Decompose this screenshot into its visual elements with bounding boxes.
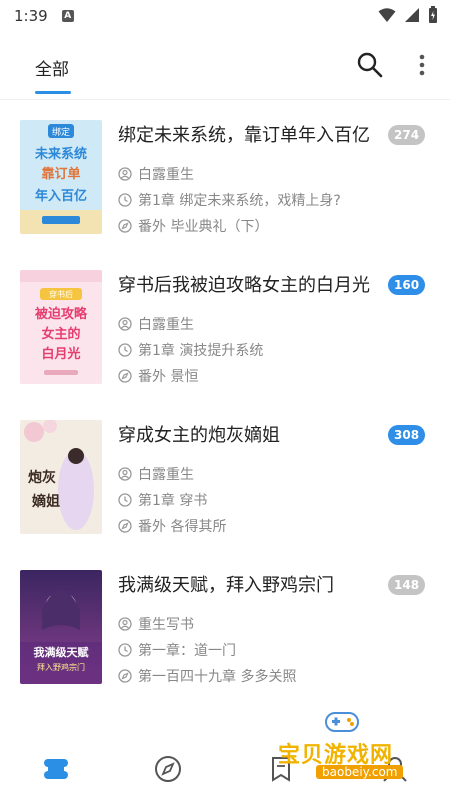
last-read-text: 番外 景恒 — [138, 369, 199, 385]
book-title: 绑定未来系统，靠订单年入百亿 — [118, 125, 370, 146]
chapter-count-badge: 308 — [388, 425, 426, 445]
clock-icon — [118, 343, 132, 357]
watermark: 宝贝游戏网 baobeiy.com — [270, 705, 430, 787]
clock-icon — [118, 643, 132, 657]
book-last-read: 番外 各得其所 — [118, 516, 226, 536]
bookshelf-icon[interactable] — [41, 754, 71, 784]
clock-icon — [118, 193, 132, 207]
chapter-count-badge: 160 — [388, 275, 426, 295]
tab-indicator — [35, 91, 71, 94]
notification-icon: A — [61, 10, 74, 22]
book-title: 穿书后我被迫攻略女主的白月光 — [118, 275, 370, 296]
book-author: 白露重生 — [118, 164, 194, 184]
book-item[interactable]: 炮灰 嫡姐 穿成女主的炮灰嫡姐 308 白露重生 第1章 穿书 番外 各得其所 — [0, 420, 450, 570]
latest-chapter-text: 第1章 绑定未来系统，戏精上身? — [138, 193, 341, 209]
last-read-text: 第一百四十九章 多多关照 — [138, 669, 297, 685]
cover-text: 未来系统 — [34, 146, 87, 162]
compass-icon — [118, 219, 132, 233]
book-latest-chapter: 第1章 穿书 — [118, 490, 207, 510]
status-icons — [378, 6, 438, 24]
book-item[interactable]: 我满级天赋 拜入野鸡宗门 我满级天赋，拜入野鸡宗门 148 重生写书 第一章：道… — [0, 570, 450, 720]
cover-text: 嫡姐 — [32, 493, 60, 510]
book-author: 白露重生 — [118, 464, 194, 484]
signal-icon — [405, 8, 419, 22]
status-time: 1:39 — [14, 7, 48, 25]
watermark-url: baobeiy.com — [316, 765, 404, 779]
cover-text: 炮灰 — [28, 469, 56, 486]
last-read-text: 番外 各得其所 — [138, 519, 227, 535]
person-icon — [118, 167, 132, 181]
author-name: 白露重生 — [138, 167, 194, 183]
book-latest-chapter: 第1章 演技提升系统 — [118, 340, 263, 360]
status-bar: 1:39 A — [0, 0, 450, 32]
battery-icon — [429, 6, 437, 23]
book-latest-chapter: 第一章：道一门 — [118, 640, 236, 660]
cover-text: 女主的 — [41, 326, 80, 342]
book-cover: 炮灰 嫡姐 — [20, 420, 102, 534]
book-last-read: 第一百四十九章 多多关照 — [118, 666, 296, 686]
cover-text: 穿书后 — [49, 289, 73, 299]
book-latest-chapter: 第1章 绑定未来系统，戏精上身? — [118, 190, 341, 210]
latest-chapter-text: 第一章：道一门 — [138, 643, 236, 659]
book-cover: 我满级天赋 拜入野鸡宗门 — [20, 570, 102, 684]
cover-text: 白月光 — [41, 346, 80, 362]
person-icon — [118, 617, 132, 631]
chapter-count-badge: 274 — [388, 125, 426, 145]
person-icon — [118, 317, 132, 331]
cover-text: 拜入野鸡宗门 — [37, 662, 85, 672]
book-title: 我满级天赋，拜入野鸡宗门 — [118, 575, 334, 596]
chapter-count-badge: 148 — [388, 575, 426, 595]
discover-compass-icon[interactable] — [153, 754, 183, 784]
clock-icon — [118, 493, 132, 507]
cover-text: 靠订单 — [41, 166, 80, 182]
compass-icon — [118, 369, 132, 383]
book-author: 白露重生 — [118, 314, 194, 334]
wifi-icon — [378, 8, 396, 22]
cover-text: 绑定 — [52, 126, 70, 138]
book-cover: 穿书后 被迫攻略 女主的 白月光 — [20, 270, 102, 384]
book-item[interactable]: 穿书后 被迫攻略 女主的 白月光 穿书后我被迫攻略女主的白月光 160 白露重生… — [0, 270, 450, 420]
cover-text: 被迫攻略 — [34, 306, 88, 322]
gamepad-logo-icon — [325, 712, 359, 732]
book-last-read: 番外 景恒 — [118, 366, 198, 386]
book-cover: 绑定 未来系统 靠订单 年入百亿 — [20, 120, 102, 234]
search-icon[interactable] — [355, 50, 385, 80]
author-name: 白露重生 — [138, 467, 194, 483]
book-last-read: 番外 毕业典礼（下） — [118, 216, 268, 236]
person-icon — [118, 467, 132, 481]
app-header: 全部 — [0, 32, 450, 100]
author-name: 白露重生 — [138, 317, 194, 333]
book-item[interactable]: 绑定 未来系统 靠订单 年入百亿 绑定未来系统，靠订单年入百亿 274 白露重生… — [0, 120, 450, 270]
compass-icon — [118, 669, 132, 683]
tab-all[interactable]: 全部 — [35, 55, 69, 80]
book-title: 穿成女主的炮灰嫡姐 — [118, 425, 280, 446]
author-name: 重生写书 — [138, 617, 194, 633]
last-read-text: 番外 毕业典礼（下） — [138, 219, 269, 235]
latest-chapter-text: 第1章 演技提升系统 — [138, 343, 264, 359]
book-author: 重生写书 — [118, 614, 194, 634]
latest-chapter-text: 第1章 穿书 — [138, 493, 208, 509]
cover-text: 年入百亿 — [35, 188, 87, 204]
compass-icon — [118, 519, 132, 533]
cover-text: 我满级天赋 — [34, 645, 89, 659]
more-vert-icon[interactable] — [410, 50, 434, 80]
